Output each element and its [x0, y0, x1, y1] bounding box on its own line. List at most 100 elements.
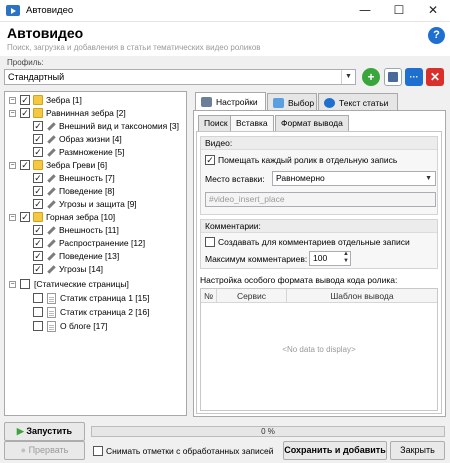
column-header[interactable]: № — [201, 289, 217, 303]
tree-item-label: Угрозы [14] — [59, 264, 104, 274]
tab-label: Текст статьи — [339, 98, 389, 108]
tab-search[interactable]: Поиск — [198, 115, 234, 131]
tree-item-label: Внешность [11] — [59, 225, 119, 235]
page-icon — [47, 307, 56, 318]
insert-place-marker-input[interactable]: #video_insert_place — [205, 192, 436, 207]
tree-row[interactable]: ✓ Поведение [13] — [5, 250, 186, 263]
collapse-icon[interactable]: − — [9, 110, 16, 117]
add-profile-icon[interactable]: + — [362, 68, 380, 86]
column-header[interactable]: Шаблон вывода — [287, 289, 437, 303]
collapse-icon[interactable]: − — [9, 281, 16, 288]
help-icon[interactable]: ? — [428, 27, 445, 44]
separate-entry-label: Помещать каждый ролик в отдельную запись — [218, 155, 398, 165]
save-profile-icon[interactable] — [384, 68, 402, 86]
tab-insert[interactable]: Вставка — [230, 115, 274, 132]
chevron-down-icon: ▼ — [425, 175, 432, 182]
uncheck-processed-checkbox[interactable] — [93, 446, 103, 456]
tree-checkbox[interactable]: ✓ — [33, 238, 43, 248]
delete-profile-icon[interactable]: ✕ — [426, 68, 444, 86]
separate-comments-checkbox[interactable] — [205, 237, 215, 247]
tree-item-label: Распространение [12] — [59, 238, 146, 248]
progress-bar: 0 % — [91, 426, 445, 437]
tree-checkbox[interactable]: ✓ — [33, 225, 43, 235]
maximize-button[interactable]: ☐ — [382, 0, 416, 22]
tab-settings[interactable]: Настройки — [195, 92, 266, 112]
tree-item-label: Зебра [1] — [46, 95, 82, 105]
tree-checkbox[interactable]: ✓ — [33, 264, 43, 274]
tree-checkbox[interactable] — [20, 279, 30, 289]
profile-label: Профиль: — [7, 58, 44, 67]
tree-checkbox[interactable]: ✓ — [33, 199, 43, 209]
max-comments-stepper[interactable]: 100 ▲ ▼ — [309, 251, 351, 266]
tree-checkbox[interactable]: ✓ — [33, 251, 43, 261]
tree-item-label: Горная зебра [10] — [46, 212, 116, 222]
tree-checkbox[interactable] — [33, 321, 43, 331]
tree-item-label: Статик страница 2 [16] — [60, 307, 150, 317]
pages-tree[interactable]: − ✓ Зебра [1] − ✓ Равнинная зебра [2] ✓ … — [4, 91, 187, 416]
tree-row[interactable]: ✓ Угрозы и защита [9] — [5, 198, 186, 211]
tree-row[interactable]: ✓ Размножение [5] — [5, 146, 186, 159]
tree-row[interactable]: − [Статические страницы] — [5, 278, 186, 291]
tree-item-label: Зебра Греви [6] — [46, 160, 108, 170]
video-group-label: Видео: — [201, 137, 437, 150]
close-button[interactable]: Закрыть — [390, 441, 445, 460]
format-label: Настройка особого формата вывода кода ро… — [200, 275, 398, 285]
collapse-icon[interactable]: − — [9, 162, 16, 169]
collapse-icon[interactable]: − — [9, 97, 16, 104]
chevron-down-icon[interactable]: ▼ — [341, 70, 355, 84]
page-icon — [47, 321, 56, 332]
tree-checkbox[interactable]: ✓ — [20, 212, 30, 222]
column-header[interactable]: Сервис — [217, 289, 287, 303]
tree-row[interactable]: О блоге [17] — [5, 320, 186, 333]
separate-entry-checkbox[interactable]: ✓ — [205, 155, 215, 165]
collapse-icon[interactable]: − — [9, 214, 16, 221]
tree-checkbox[interactable]: ✓ — [20, 160, 30, 170]
tree-row[interactable]: − ✓ Зебра Греви [6] — [5, 159, 186, 172]
tree-item-label: Статик страница 1 [15] — [60, 293, 150, 303]
tree-checkbox[interactable]: ✓ — [33, 186, 43, 196]
tree-row[interactable]: ✓ Поведение [8] — [5, 185, 186, 198]
tree-row[interactable]: − ✓ Зебра [1] — [5, 94, 186, 107]
tab-label: Выбор — [288, 98, 315, 108]
tree-item-label: Размножение [5] — [59, 147, 125, 157]
tree-row[interactable]: ✓ Угрозы [14] — [5, 263, 186, 276]
tree-row[interactable]: ✓ Внешность [7] — [5, 172, 186, 185]
stop-button[interactable]: ● Прервать — [4, 441, 85, 460]
folder-icon — [33, 95, 43, 105]
tree-checkbox[interactable]: ✓ — [33, 147, 43, 157]
tree-row[interactable]: ✓ Внешний вид и таксономия [3] — [5, 120, 186, 133]
folder-icon — [33, 108, 43, 118]
tab-output-format[interactable]: Формат вывода — [275, 115, 349, 131]
profile-select[interactable]: Стандартный ▼ — [4, 69, 356, 85]
spin-icon[interactable]: ▲ ▼ — [343, 251, 349, 265]
tree-row[interactable]: ✓ Внешность [11] — [5, 224, 186, 237]
insert-place-select[interactable]: Равномерно ▼ — [272, 171, 436, 186]
tree-checkbox[interactable]: ✓ — [33, 121, 43, 131]
folder-icon — [33, 160, 43, 170]
close-window-button[interactable]: ✕ — [416, 0, 450, 22]
tree-checkbox[interactable] — [33, 293, 43, 303]
tree-checkbox[interactable]: ✓ — [33, 134, 43, 144]
tree-row[interactable]: Статик страница 1 [15] — [5, 292, 186, 305]
pencil-icon — [46, 251, 56, 261]
title-bar: Автовидео — ☐ ✕ — [0, 0, 450, 22]
save-and-add-button[interactable]: Сохранить и добавить — [283, 441, 387, 460]
tree-row[interactable]: ✓ Распространение [12] — [5, 237, 186, 250]
tree-checkbox[interactable] — [33, 307, 43, 317]
tree-row[interactable]: ✓ Образ жизни [4] — [5, 133, 186, 146]
rename-profile-icon[interactable]: ··· — [405, 68, 423, 86]
tree-checkbox[interactable]: ✓ — [20, 108, 30, 118]
tree-checkbox[interactable]: ✓ — [33, 173, 43, 183]
stop-icon: ● — [20, 445, 27, 455]
tree-checkbox[interactable]: ✓ — [20, 95, 30, 105]
tree-row[interactable]: Статик страница 2 [16] — [5, 306, 186, 319]
minimize-button[interactable]: — — [348, 0, 382, 22]
max-comments-value: 100 — [313, 253, 328, 263]
tree-row[interactable]: − ✓ Равнинная зебра [2] — [5, 107, 186, 120]
separate-comments-label: Создавать для комментариев отдельные зап… — [218, 237, 410, 247]
tree-item-label: Образ жизни [4] — [59, 134, 122, 144]
page-title: Автовидео — [7, 25, 84, 41]
format-table[interactable]: № Сервис Шаблон вывода <No data to displ… — [200, 288, 438, 411]
start-button[interactable]: ▶ Запустить — [4, 422, 85, 441]
tree-row[interactable]: − ✓ Горная зебра [10] — [5, 211, 186, 224]
